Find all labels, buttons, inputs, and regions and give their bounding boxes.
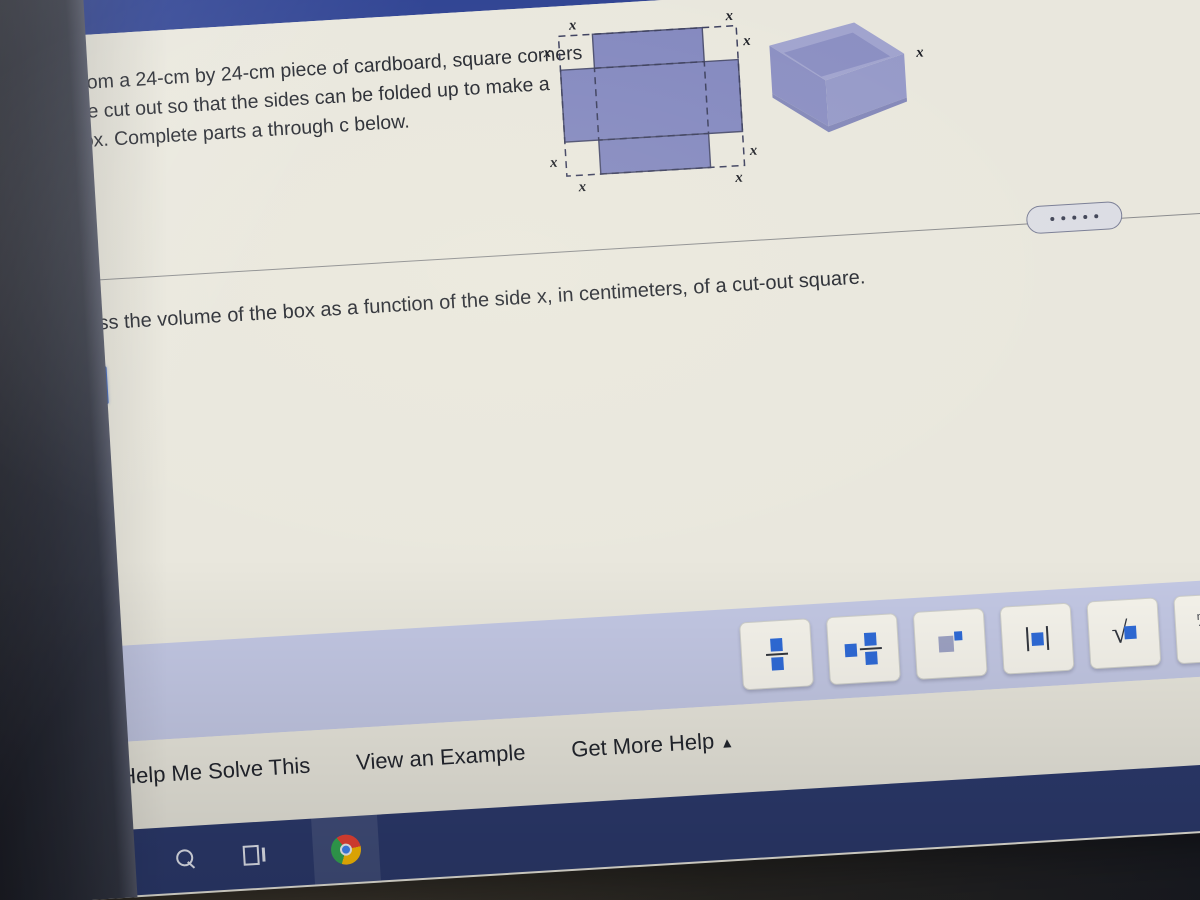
figure-label-x-bottom-right: x: [734, 169, 744, 186]
figure-label-x-top-right: x: [725, 7, 734, 25]
math-button-exponent[interactable]: [912, 607, 988, 680]
photo-of-monitor: Homework: Sec. 2.1 HW From a 24-cm by 24…: [0, 0, 1200, 900]
figure-label-x-left-lower: x: [549, 154, 559, 172]
get-more-help-label: Get More Help: [570, 728, 715, 762]
math-palette-buttons: √ n √: [739, 587, 1200, 691]
ellipsis-dot: [1061, 216, 1066, 221]
caret-up-icon: ▲: [719, 734, 735, 751]
ellipsis-dot: [1094, 214, 1099, 219]
math-button-absolute-value[interactable]: [999, 602, 1075, 675]
problem-statement: From a 24-cm by 24-cm piece of cardboard…: [67, 41, 583, 153]
ellipsis-dot: [1072, 215, 1077, 220]
problem-figure: x x x x x x x x x: [535, 0, 977, 230]
task-view-icon[interactable]: [242, 844, 268, 866]
figure-label-x-left-upper: x: [542, 44, 552, 62]
math-button-fraction[interactable]: [739, 618, 815, 691]
ellipsis-dot: [1083, 214, 1088, 220]
mixed-number-icon: [844, 632, 883, 666]
figure-label-x-right-upper: x: [742, 32, 752, 50]
more-options-button[interactable]: [1025, 200, 1124, 235]
math-button-square-root[interactable]: √: [1086, 597, 1162, 670]
cardboard-net-diagram: [557, 22, 908, 177]
figure-label-x-top-left: x: [568, 17, 577, 34]
fraction-icon: [765, 638, 789, 671]
math-button-nth-root[interactable]: n √: [1173, 592, 1200, 665]
get-more-help-button[interactable]: Get More Help ▲: [571, 727, 735, 763]
math-button-mixed-number[interactable]: [825, 613, 901, 686]
absolute-value-icon: [1025, 625, 1049, 652]
figure-label-x-right-lower: x: [749, 142, 758, 160]
figure-label-x-box: x: [915, 44, 925, 61]
monitor-screen: Homework: Sec. 2.1 HW From a 24-cm by 24…: [0, 0, 1200, 900]
ellipsis-dot: [1050, 216, 1055, 222]
figure-label-x-bottom-left: x: [578, 178, 587, 196]
exponent-icon: [937, 631, 963, 653]
search-icon[interactable]: [175, 848, 198, 871]
chrome-taskbar-item[interactable]: [311, 814, 381, 885]
chrome-icon: [330, 833, 362, 866]
view-an-example-button[interactable]: View an Example: [355, 740, 526, 776]
page-title: Homework: Sec. 2.1 HW: [112, 0, 413, 1]
help-bar-buttons: Help Me Solve This View an Example Get M…: [119, 727, 734, 790]
square-root-icon: √: [1111, 616, 1137, 650]
worksheet-page: From a 24-cm by 24-cm piece of cardboard…: [0, 0, 1200, 900]
help-me-solve-this-button[interactable]: Help Me Solve This: [119, 753, 311, 790]
nth-root-index: n: [1196, 610, 1200, 623]
